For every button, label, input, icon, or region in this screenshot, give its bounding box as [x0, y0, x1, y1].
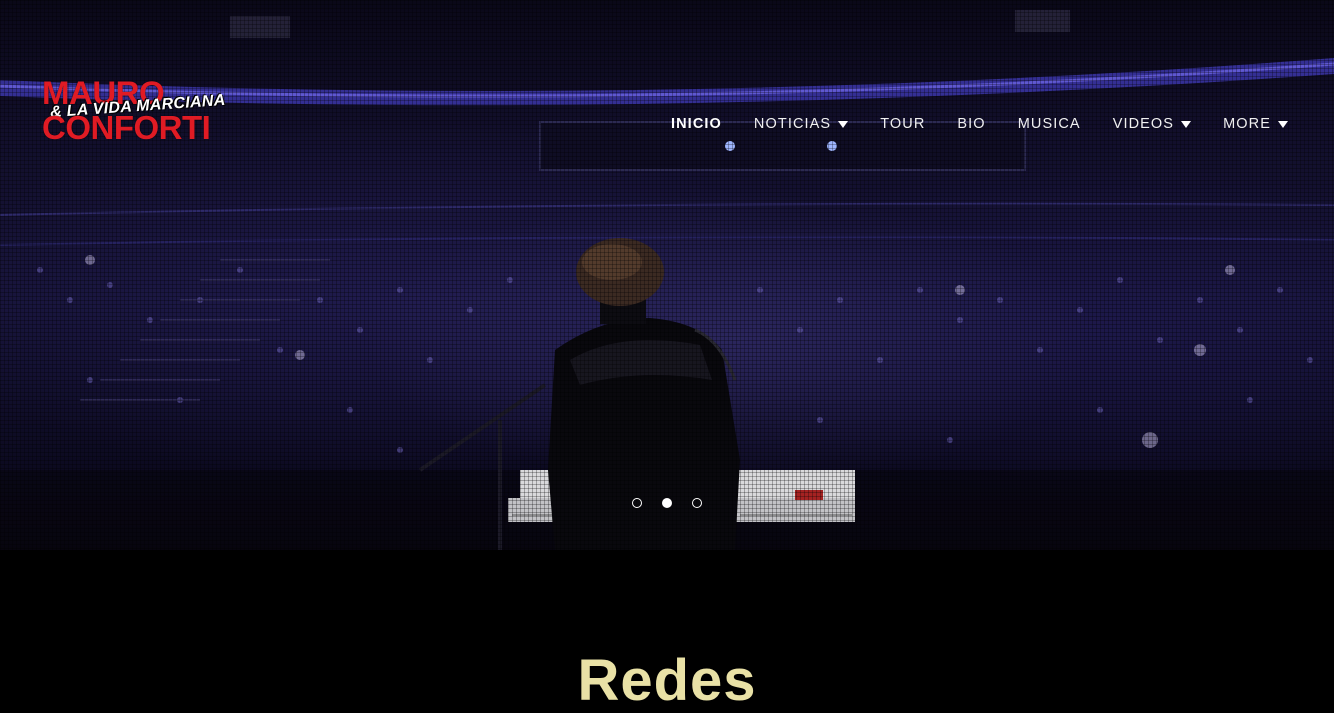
slider-dot-active[interactable] — [662, 498, 672, 508]
section-title: Redes — [577, 648, 757, 713]
nav-item-tour[interactable]: TOUR — [880, 114, 925, 134]
caret-down-icon — [1278, 120, 1288, 128]
hero-slider: MAURO & LA VIDA MARCIANA CONFORTI INICIO… — [0, 0, 1334, 550]
nav-item-noticias[interactable]: NOTICIAS — [753, 114, 849, 134]
slider-dot[interactable] — [632, 498, 642, 508]
nav-item-label: BIO — [957, 116, 986, 132]
caret-down-icon — [838, 120, 849, 128]
nav-item-label: MORE — [1223, 116, 1271, 132]
nav-item-label: INICIO — [670, 116, 722, 132]
caret-down-icon — [1181, 120, 1192, 128]
nav-item-inicio[interactable]: INICIO — [671, 114, 722, 134]
logo-text-line3: CONFORTI — [42, 109, 211, 146]
slider-dot[interactable] — [692, 498, 702, 508]
nav-item-videos[interactable]: VIDEOS — [1112, 114, 1192, 134]
nav-item-label: NOTICIAS — [753, 116, 832, 132]
nav-item-label: MUSICA — [1017, 116, 1081, 132]
nav-item-bio[interactable]: BIO — [957, 114, 985, 134]
nav-item-label: TOUR — [880, 116, 926, 132]
nav-item-label: VIDEOS — [1112, 116, 1175, 132]
nav-item-musica[interactable]: MUSICA — [1018, 114, 1081, 134]
slider-pagination — [632, 498, 722, 508]
brand-logo[interactable]: MAURO & LA VIDA MARCIANA CONFORTI — [42, 76, 226, 146]
nav-item-more[interactable]: MORE — [1223, 114, 1288, 134]
main-nav: INICIO NOTICIAS TOUR BIO MUSICA VIDEOS M… — [639, 114, 1288, 134]
